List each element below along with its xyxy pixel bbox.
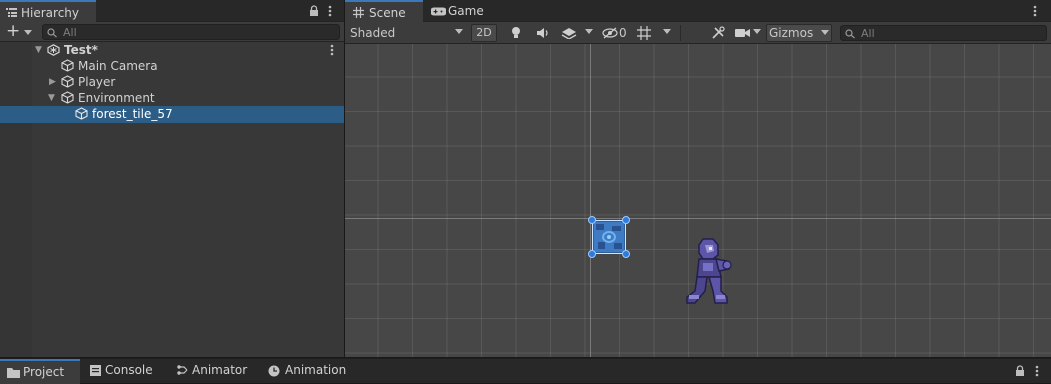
selection-rect: [592, 220, 626, 254]
lock-icon[interactable]: [309, 5, 319, 17]
list-icon: [6, 8, 17, 17]
tab-scene-label: Scene: [369, 6, 406, 20]
search-placeholder: All: [861, 27, 875, 40]
toolbar-separator: [680, 25, 681, 41]
unity-scene-icon: [47, 44, 60, 56]
kebab-menu-icon[interactable]: [1033, 5, 1037, 17]
resize-handle-top-left[interactable]: [588, 216, 596, 224]
kebab-menu-icon[interactable]: [1035, 365, 1039, 377]
tab-animation[interactable]: Animation: [262, 359, 352, 384]
scene-tabbar: Scene Game: [345, 0, 1051, 22]
layers-icon: [561, 28, 577, 39]
player-sprite[interactable]: [683, 237, 735, 309]
folder-icon: [7, 368, 20, 378]
kebab-menu-icon[interactable]: [328, 5, 332, 17]
chevron-down-icon: [455, 29, 463, 34]
chevron-down-icon: [585, 29, 593, 34]
animator-icon: [177, 365, 188, 375]
y-axis-line: [590, 44, 591, 357]
hierarchy-tabbar: Hierarchy: [0, 0, 344, 22]
eye-slash-icon: [602, 27, 618, 39]
plus-icon: +: [6, 21, 21, 41]
tab-hierarchy[interactable]: Hierarchy: [0, 0, 96, 22]
tab-game[interactable]: Game: [425, 0, 485, 22]
lock-icon[interactable]: [1015, 365, 1025, 377]
resize-handle-top-right[interactable]: [622, 216, 630, 224]
resize-handle-bottom-right[interactable]: [622, 250, 630, 258]
grid-snap-icon: [637, 26, 651, 40]
shading-mode-dropdown[interactable]: Shaded: [345, 22, 466, 44]
item-label: Main Camera: [78, 59, 158, 73]
collapsed-arrow-icon[interactable]: ▶: [49, 74, 56, 90]
scene-search-input[interactable]: All: [840, 25, 1047, 41]
tab-scene[interactable]: Scene: [345, 0, 423, 22]
scene-kebab-icon[interactable]: [330, 44, 334, 56]
expand-arrow-icon[interactable]: ▼: [35, 42, 42, 58]
gamepad-icon: [431, 7, 446, 16]
chevron-down-icon: [753, 29, 761, 34]
video-camera-icon: [735, 29, 750, 37]
tab-project[interactable]: Project: [0, 359, 80, 384]
chevron-down-icon: [663, 29, 671, 34]
hierarchy-toolbar: + All: [0, 21, 344, 42]
cube-icon: [75, 107, 88, 120]
tab-game-label: Game: [448, 4, 484, 18]
tab-project-label: Project: [23, 365, 65, 379]
item-label: Environment: [78, 91, 155, 105]
clock-icon: [268, 365, 280, 377]
forest-tile-sprite[interactable]: [588, 216, 630, 258]
tab-animator-label: Animator: [192, 363, 248, 377]
effects-dropdown[interactable]: [558, 24, 596, 42]
scene-visibility-toggle[interactable]: 0: [601, 24, 631, 42]
item-label: Player: [78, 75, 116, 89]
tools-button[interactable]: [708, 24, 728, 42]
cube-icon: [61, 59, 74, 72]
scene-toolbar: Shaded 2D 0 Gizmos All: [345, 22, 1051, 44]
tab-animator[interactable]: Animator: [172, 359, 256, 384]
search-icon: [845, 29, 855, 39]
tab-hierarchy-label: Hierarchy: [21, 6, 80, 20]
hierarchy-search-input[interactable]: All: [42, 24, 340, 40]
scene-viewport[interactable]: [345, 44, 1051, 357]
toggle-2d-button[interactable]: 2D: [471, 24, 497, 42]
tab-animation-label: Animation: [285, 363, 347, 377]
lightbulb-icon: [512, 27, 520, 38]
console-icon: [90, 365, 101, 376]
chevron-down-icon: [24, 30, 32, 35]
chevron-down-icon: [821, 30, 829, 35]
expand-arrow-icon[interactable]: ▼: [48, 90, 55, 106]
speaker-icon: [537, 28, 548, 38]
hierarchy-panel: Hierarchy + All ▼ Test* Main Camera ▶ Pl…: [0, 0, 344, 357]
camera-settings-dropdown[interactable]: [733, 24, 763, 42]
search-icon: [47, 28, 57, 38]
lighting-toggle[interactable]: [505, 24, 527, 42]
scene-root-row[interactable]: ▼ Test*: [0, 42, 344, 58]
scene-panel: Scene Game Shaded 2D 0 Gizmos All: [345, 0, 1051, 357]
gizmos-dropdown[interactable]: Gizmos: [766, 24, 832, 42]
x-axis-line: [345, 218, 1051, 219]
cube-icon: [61, 91, 74, 104]
resize-handle-bottom-left[interactable]: [588, 250, 596, 258]
gizmos-label: Gizmos: [769, 26, 814, 40]
hierarchy-item-player[interactable]: ▶ Player: [0, 74, 344, 90]
audio-toggle[interactable]: [532, 24, 554, 42]
grid-icon: [353, 7, 364, 18]
hidden-count: 0: [619, 26, 627, 40]
hierarchy-item-environment[interactable]: ▼ Environment: [0, 90, 344, 106]
add-object-button[interactable]: +: [4, 21, 34, 42]
item-label: forest_tile_57: [92, 107, 173, 121]
hierarchy-item-forest-tile-57[interactable]: forest_tile_57: [0, 106, 344, 123]
hierarchy-item-main-camera[interactable]: Main Camera: [0, 58, 344, 74]
shading-mode-value: Shaded: [350, 26, 396, 40]
bottom-tabbar: Project Console Animator Animation: [0, 358, 1051, 384]
tab-console[interactable]: Console: [84, 359, 164, 384]
tab-console-label: Console: [105, 363, 153, 377]
cube-icon: [61, 75, 74, 88]
scene-name: Test*: [64, 43, 98, 57]
search-placeholder: All: [63, 26, 77, 39]
grid-toggle-dropdown[interactable]: [635, 24, 675, 42]
wrench-icon: [712, 26, 725, 39]
